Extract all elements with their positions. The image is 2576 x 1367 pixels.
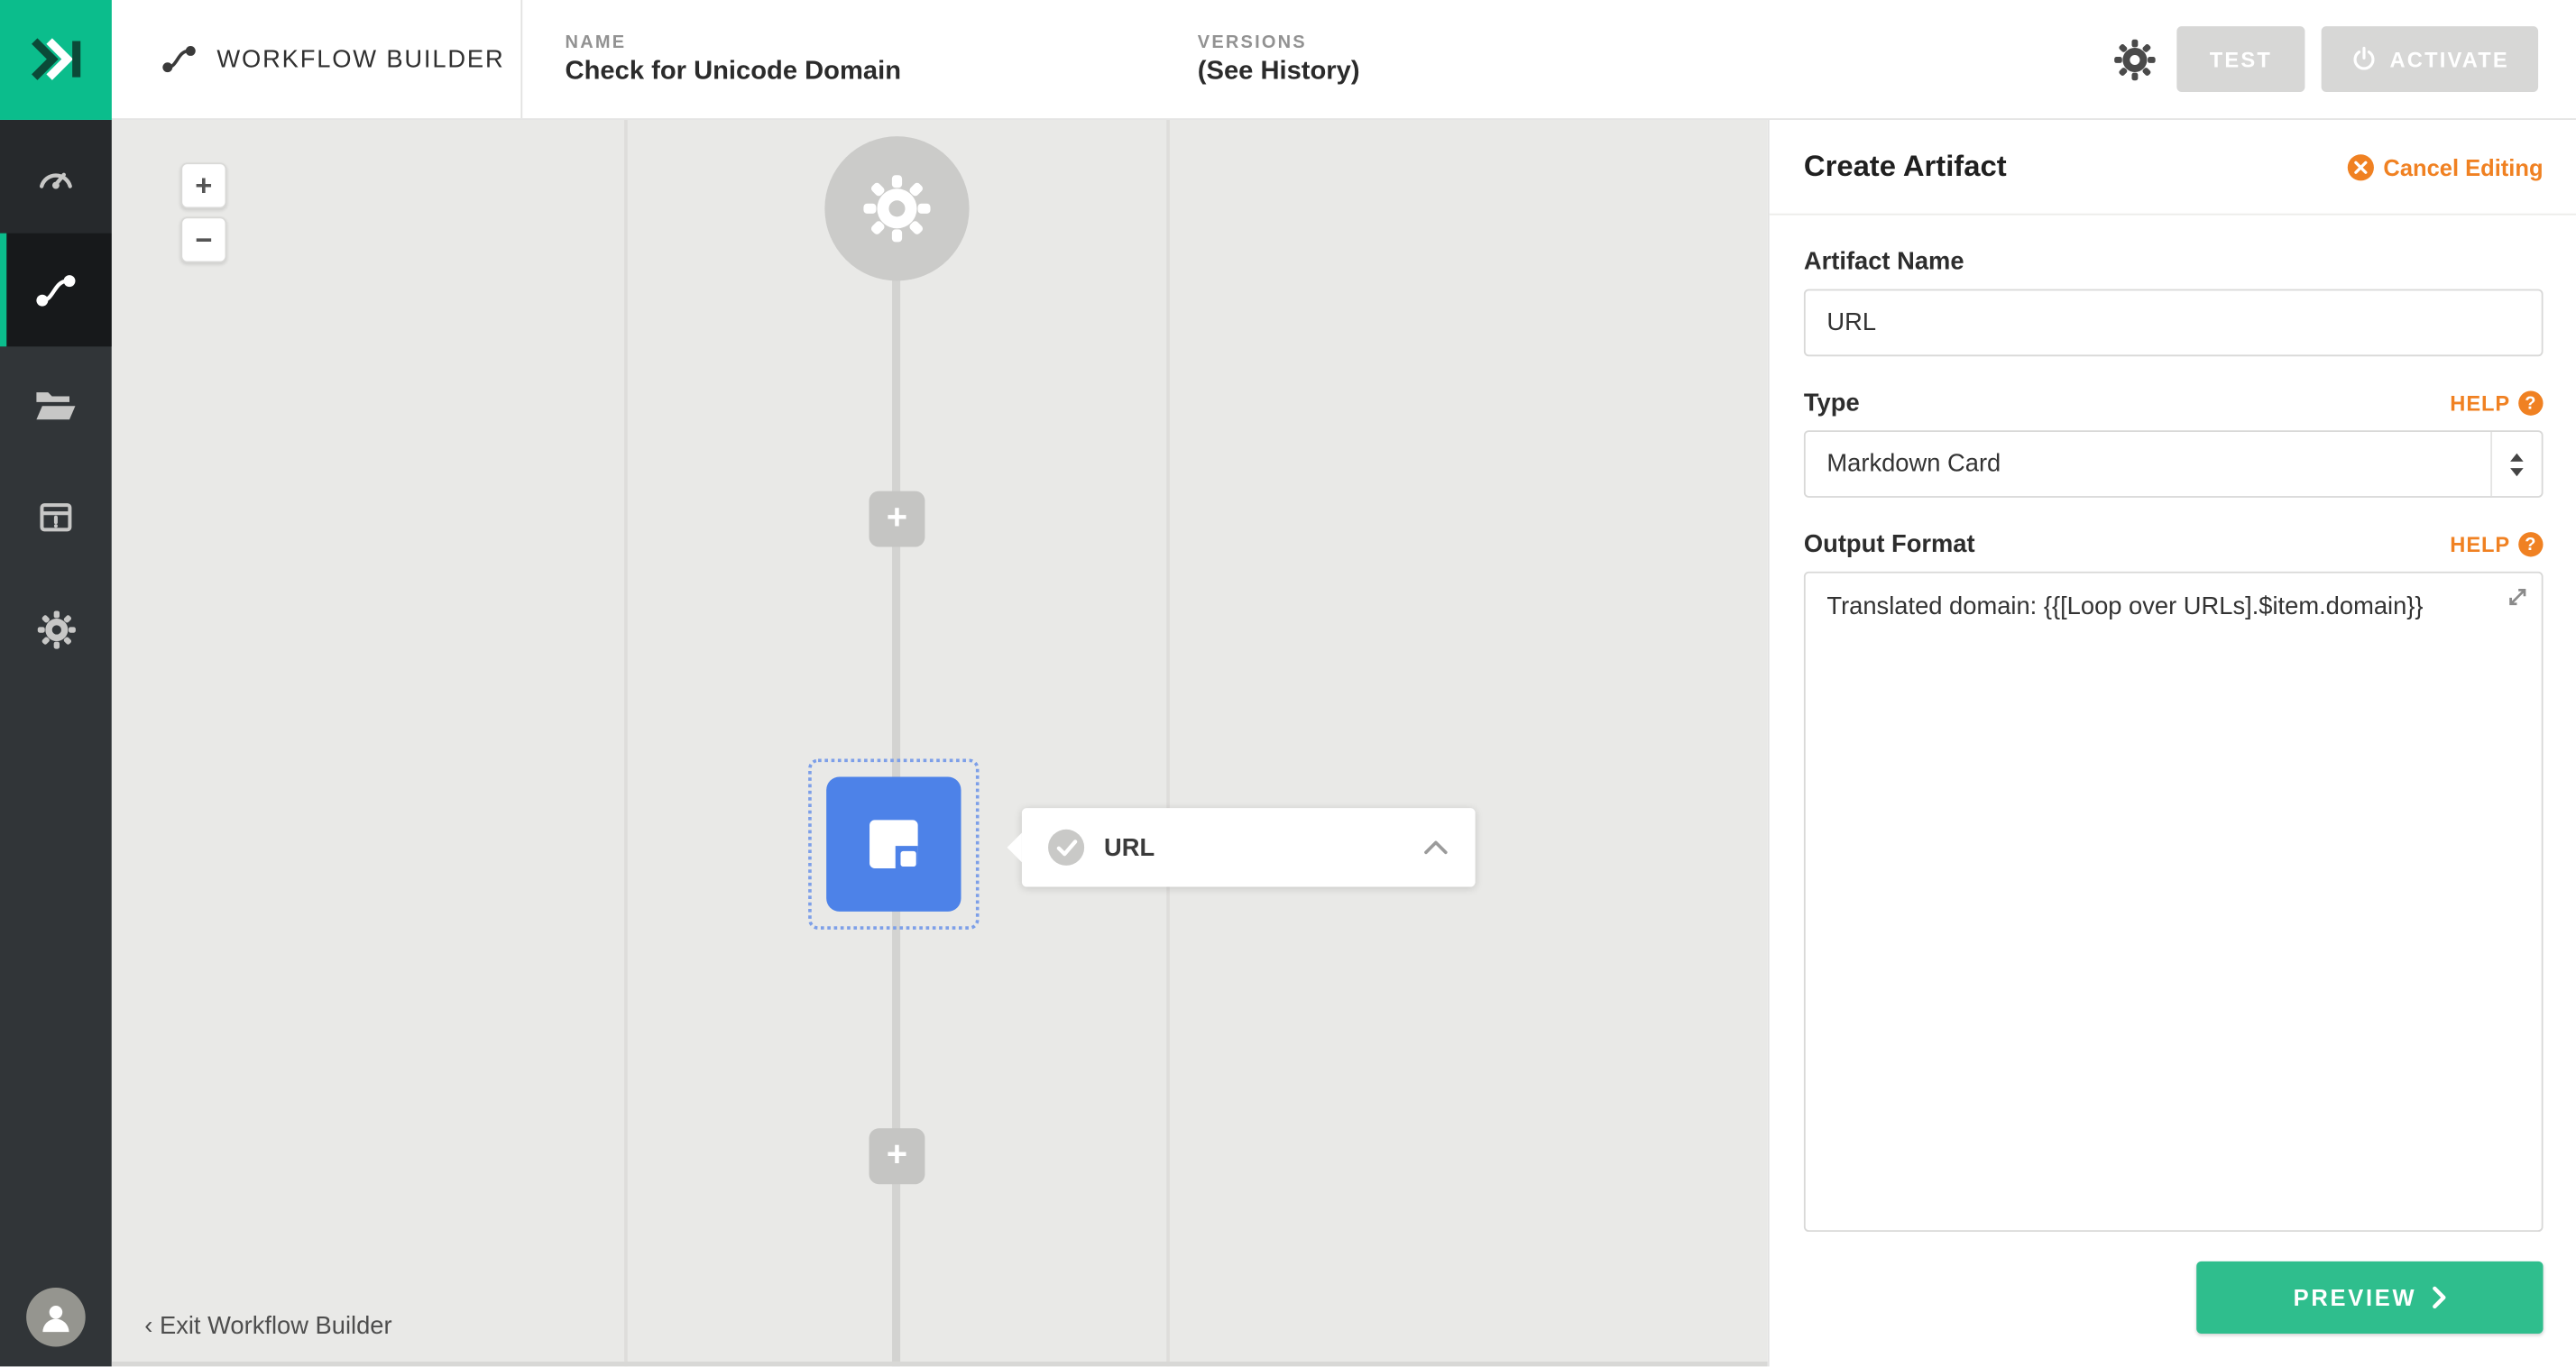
sidebar-item-dashboard[interactable] — [0, 120, 112, 234]
workflow-name: Check for Unicode Domain — [566, 57, 1198, 87]
workflow-name-block: NAME Check for Unicode Domain — [566, 32, 1198, 87]
zoom-out-button[interactable]: − — [180, 216, 226, 262]
exit-workflow-builder-link[interactable]: ‹ Exit Workflow Builder — [144, 1313, 391, 1341]
selected-node-outline — [808, 758, 979, 929]
workflow-canvas[interactable]: + − + URL — [112, 120, 1768, 1367]
canvas-grid-line — [624, 120, 628, 1367]
sidebar-item-jobs[interactable] — [0, 460, 112, 573]
user-avatar[interactable] — [26, 1289, 86, 1348]
brand-logo[interactable] — [0, 0, 112, 119]
chevron-up-icon[interactable] — [1422, 839, 1449, 856]
cancel-editing-button[interactable]: Cancel Editing — [2347, 153, 2543, 179]
output-format-help-link[interactable]: HELP ? — [2450, 532, 2543, 556]
workflow-icon — [161, 44, 197, 74]
zoom-in-button[interactable]: + — [180, 162, 226, 208]
preview-button[interactable]: PREVIEW — [2196, 1262, 2543, 1335]
cancel-editing-label: Cancel Editing — [2383, 153, 2543, 179]
workflow-icon — [34, 271, 77, 307]
create-artifact-panel: Create Artifact Cancel Editing Artifact … — [1768, 120, 2576, 1367]
sidebar-item-plugins[interactable] — [0, 346, 112, 460]
artifact-name-input[interactable] — [1804, 289, 2544, 357]
main-sidebar — [0, 120, 112, 1367]
cancel-circle-icon — [2347, 153, 2373, 179]
canvas-scrollbar[interactable] — [112, 1362, 1768, 1367]
panel-body: Artifact Name Type HELP ? Markdown Card … — [1770, 248, 2576, 1240]
artifact-card-icon — [860, 810, 928, 878]
sidebar-item-workflows[interactable] — [0, 234, 112, 347]
versions-block: VERSIONS (See History) — [1198, 32, 1360, 87]
artifact-node[interactable] — [826, 777, 961, 912]
add-step-button[interactable]: + — [869, 1128, 925, 1184]
zoom-controls: + − — [180, 162, 226, 262]
test-button[interactable]: TEST — [2176, 26, 2305, 92]
expand-icon[interactable] — [2506, 584, 2530, 609]
gear-icon — [2112, 37, 2157, 81]
preview-label: PREVIEW — [2294, 1285, 2417, 1311]
person-icon — [36, 1298, 76, 1338]
trigger-node[interactable] — [824, 136, 969, 280]
question-circle-icon: ? — [2518, 532, 2543, 556]
see-history-link[interactable]: (See History) — [1198, 57, 1360, 87]
help-label: HELP — [2450, 390, 2510, 415]
canvas-grid-line — [1166, 120, 1170, 1367]
panel-title: Create Artifact — [1804, 150, 2007, 184]
gauge-icon — [34, 155, 77, 197]
versions-label: VERSIONS — [1198, 32, 1360, 52]
jobs-icon — [36, 497, 76, 537]
sidebar-item-settings[interactable] — [0, 573, 112, 687]
help-label: HELP — [2450, 532, 2510, 556]
question-circle-icon: ? — [2518, 390, 2543, 415]
folder-icon — [34, 385, 77, 421]
type-selected-value: Markdown Card — [1826, 450, 2001, 478]
settings-gear-button[interactable] — [2112, 37, 2157, 81]
name-label: NAME — [566, 32, 1198, 52]
chevron-right-icon — [2432, 1287, 2446, 1309]
node-callout[interactable]: URL — [1022, 808, 1476, 886]
output-format-textarea[interactable]: Translated domain: {{[Loop over URLs].$i… — [1804, 572, 2544, 1232]
select-arrows-icon — [2490, 432, 2541, 496]
top-bar: WORKFLOW BUILDER NAME Check for Unicode … — [0, 0, 2576, 120]
type-help-link[interactable]: HELP ? — [2450, 390, 2543, 415]
output-format-label: Output Format — [1804, 530, 1975, 558]
activate-button[interactable]: ACTIVATE — [2322, 26, 2538, 92]
gear-icon — [860, 172, 933, 244]
check-circle-icon — [1048, 830, 1084, 866]
add-step-button[interactable]: + — [869, 491, 925, 547]
panel-header: Create Artifact Cancel Editing — [1770, 120, 2576, 216]
artifact-name-label: Artifact Name — [1804, 248, 1964, 276]
type-label: Type — [1804, 390, 1860, 417]
gear-icon — [35, 610, 77, 651]
activate-label: ACTIVATE — [2390, 47, 2509, 71]
power-icon — [2351, 46, 2377, 72]
app-title: WORKFLOW BUILDER — [216, 45, 504, 73]
type-select[interactable]: Markdown Card — [1804, 430, 2544, 498]
brand-logo-icon — [23, 26, 88, 92]
workflow-builder-app: WORKFLOW BUILDER NAME Check for Unicode … — [0, 0, 2576, 1367]
app-title-block: WORKFLOW BUILDER — [112, 0, 522, 118]
node-label: URL — [1104, 833, 1403, 861]
